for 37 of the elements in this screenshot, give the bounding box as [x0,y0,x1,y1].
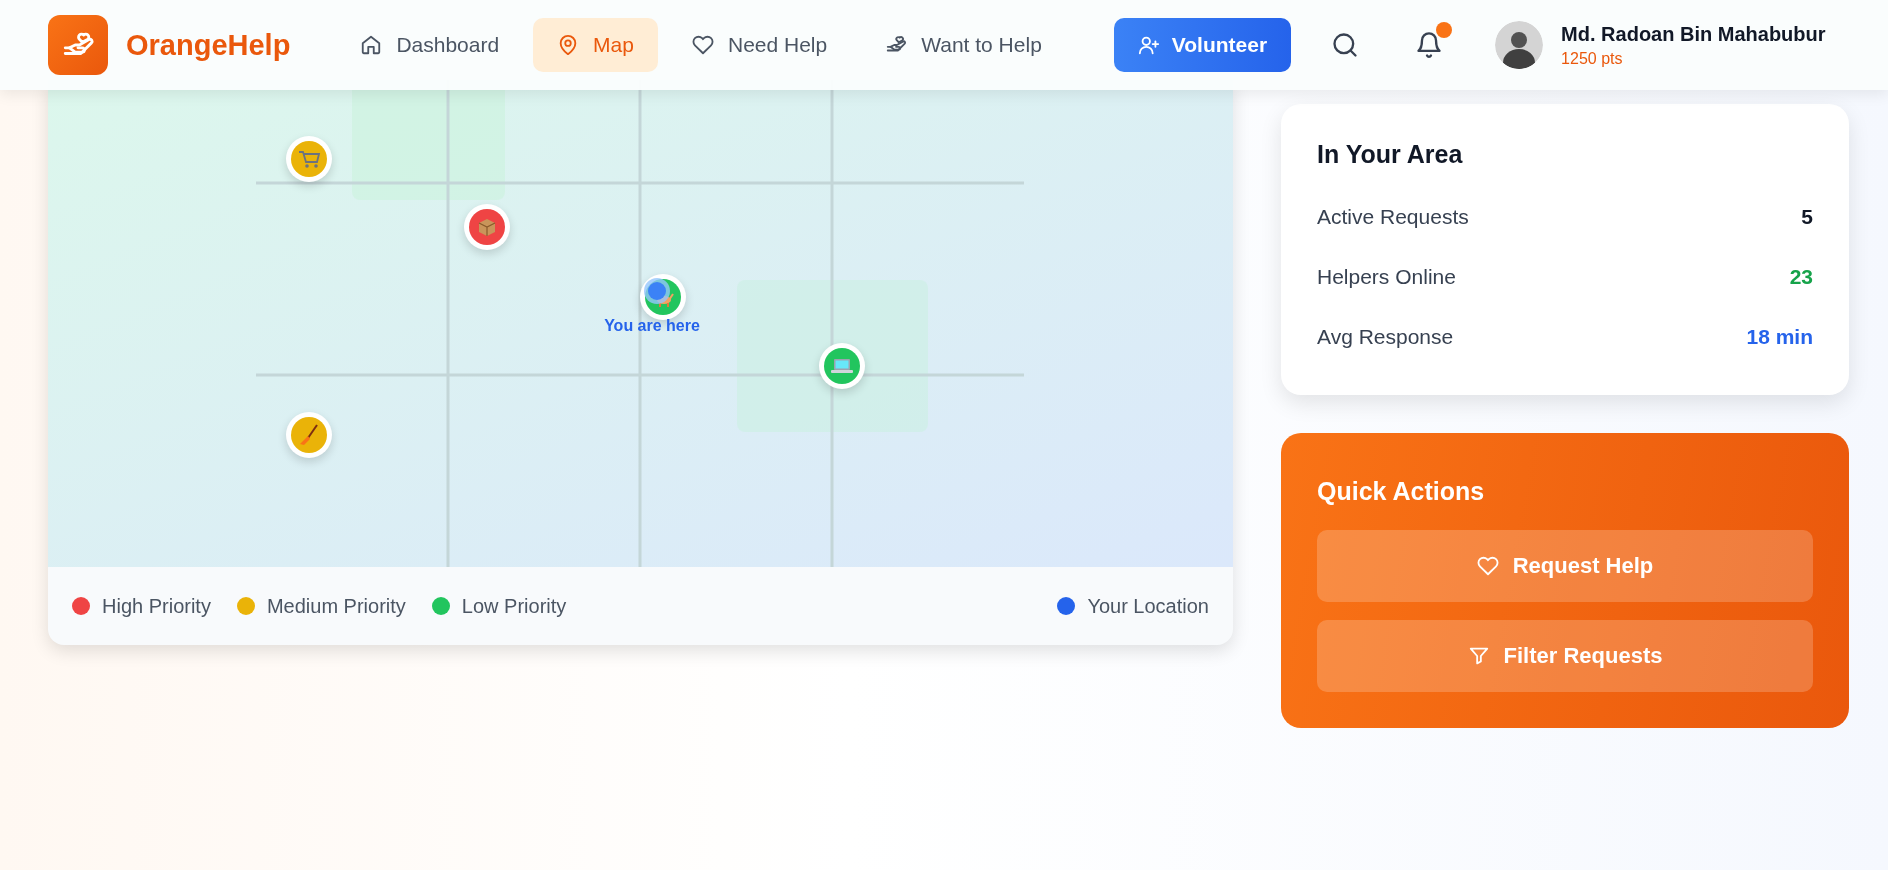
legend-label: Your Location [1087,594,1209,618]
heart-icon [691,34,714,56]
stat-value: 18 min [1746,325,1813,349]
location-dot [648,282,666,300]
volunteer-button[interactable]: Volunteer [1113,18,1292,72]
logo-icon [48,15,108,75]
legend-label: Medium Priority [266,594,406,618]
bell-icon [1415,31,1444,59]
box-icon [478,219,496,237]
stat-label: Helpers Online [1317,265,1456,289]
nav-tab[interactable]: Want to Help [861,18,1066,72]
user-name: Md. Radoan Bin Mahabubur [1561,22,1826,46]
stat-value: 23 [1789,265,1813,289]
filter-icon [1467,645,1490,667]
nav-tab[interactable]: Need Help [667,18,852,72]
legend-label: Low Priority [461,594,567,618]
cart-icon [298,151,321,168]
laptop-icon [831,359,853,373]
stat-label: Active Requests [1317,205,1469,229]
nav-tab[interactable]: Map [533,18,658,72]
action-button[interactable]: Request Help [1317,530,1813,602]
stat-value: 5 [1801,205,1813,229]
heart-icon [1476,555,1499,577]
location-label: You are here [604,317,700,335]
card-title: Quick Actions [1317,477,1486,506]
stat-label: Avg Response [1317,325,1454,349]
avatar[interactable] [1495,21,1544,69]
user-points: 1250 pts [1561,49,1624,68]
card-title: In Your Area [1317,140,1464,169]
brand-name: OrangeHelp [126,28,291,62]
action-button[interactable]: Filter Requests [1317,620,1813,692]
home-icon [360,34,383,56]
broom-icon [300,424,318,445]
nav-tab[interactable]: Dashboard [336,18,524,72]
legend-label: High Priority [102,594,211,618]
user-plus-icon [1137,34,1160,56]
search-icon [1331,31,1360,59]
